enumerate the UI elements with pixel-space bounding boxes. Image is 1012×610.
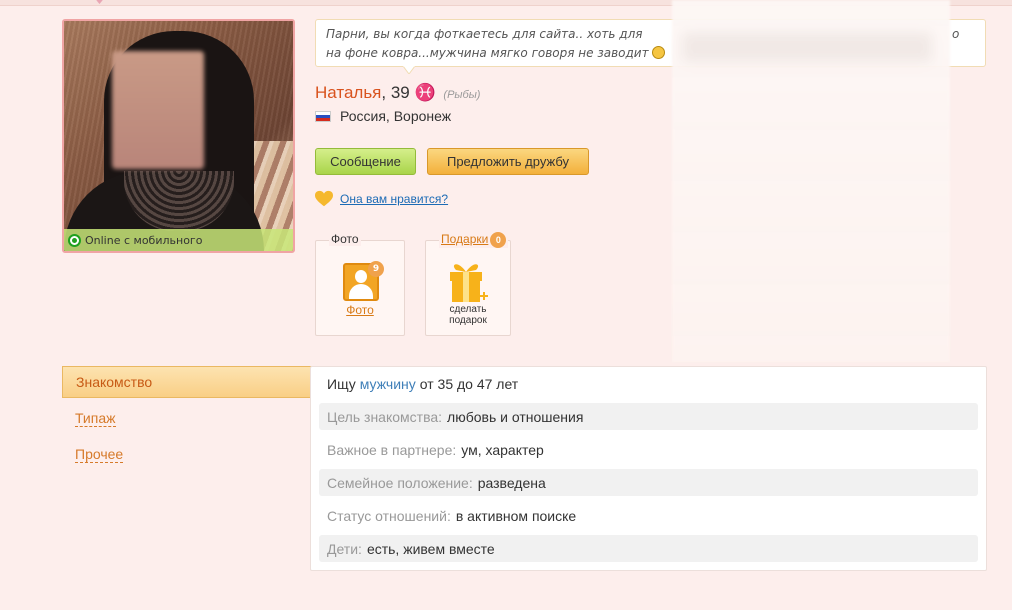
profile-tabs: Знакомство Типаж Прочее [62, 366, 326, 470]
gifts-count-badge: 0 [490, 232, 507, 248]
status-line-1: Парни, вы когда фоткаетесь для сайта.. х… [326, 27, 643, 41]
online-status: Online с мобильного [64, 229, 293, 251]
seek-gender-link[interactable]: мужчину [360, 376, 416, 392]
detail-row: Статус отношений: в активном поиске [327, 507, 577, 524]
status-line-1-tail: о [952, 27, 960, 41]
message-button[interactable]: Сообщение [315, 148, 416, 175]
smiley-icon [652, 46, 666, 59]
like-row: Она вам нравится? [315, 190, 448, 208]
detail-row: Важное в партнере: ум, характер [327, 441, 544, 458]
bubble-tail [403, 66, 415, 74]
seek-row: Ищу мужчину от 35 до 47 лет [319, 370, 978, 397]
status-line-2: на фоне ковра...мужчина мягко говоря не … [326, 46, 649, 60]
profile-age: 39 [390, 83, 410, 102]
gifts-title[interactable]: Подарки [441, 232, 488, 246]
photos-link[interactable]: Фото [316, 303, 404, 317]
heart-icon: ♥ [95, 0, 104, 7]
location: Россия, Воронеж [315, 108, 451, 124]
seek-range: от 35 до 47 лет [419, 375, 519, 392]
location-text: Россия, Воронеж [340, 108, 452, 124]
detail-row: Цель знакомства: любовь и отношения [319, 403, 978, 430]
zodiac-icon: ♓ [414, 83, 436, 102]
seek-prefix: Ищу [327, 375, 356, 392]
name-age-line: Наталья, 39 ♓ (Рыбы) [315, 83, 481, 102]
detail-row: Семейное положение: разведена [319, 469, 978, 496]
gift-icon[interactable] [446, 258, 490, 304]
zodiac-label: (Рыбы) [443, 89, 481, 101]
blurred-face [112, 51, 204, 169]
tab-acquaintance[interactable]: Знакомство [62, 366, 326, 398]
like-link[interactable]: Она вам нравится? [340, 192, 448, 206]
heart-icon [315, 190, 333, 207]
blurred-region [672, 0, 950, 362]
photos-box: Фото 9 Фото [315, 232, 405, 336]
online-icon [68, 233, 81, 247]
details-panel: Ищу мужчину от 35 до 47 лет Цель знакомс… [310, 366, 987, 571]
online-label: Online с мобильного [85, 233, 203, 247]
add-friend-button[interactable]: Предложить дружбу [427, 148, 589, 175]
gifts-title-wrap: Подарки 0 [439, 232, 509, 248]
send-gift-label[interactable]: сделать подарок [426, 304, 510, 326]
russia-flag-icon [315, 110, 331, 122]
profile-name: Наталья [315, 83, 382, 102]
gifts-box: Подарки 0 сделать подарок [425, 232, 511, 336]
profile-photo[interactable]: Online с мобильного [62, 19, 295, 253]
tab-type[interactable]: Типаж [62, 402, 310, 434]
tab-other[interactable]: Прочее [62, 438, 310, 470]
photos-count-badge: 9 [368, 261, 384, 277]
photos-title: Фото [329, 232, 361, 246]
detail-row: Дети: есть, живем вместе [319, 535, 978, 562]
